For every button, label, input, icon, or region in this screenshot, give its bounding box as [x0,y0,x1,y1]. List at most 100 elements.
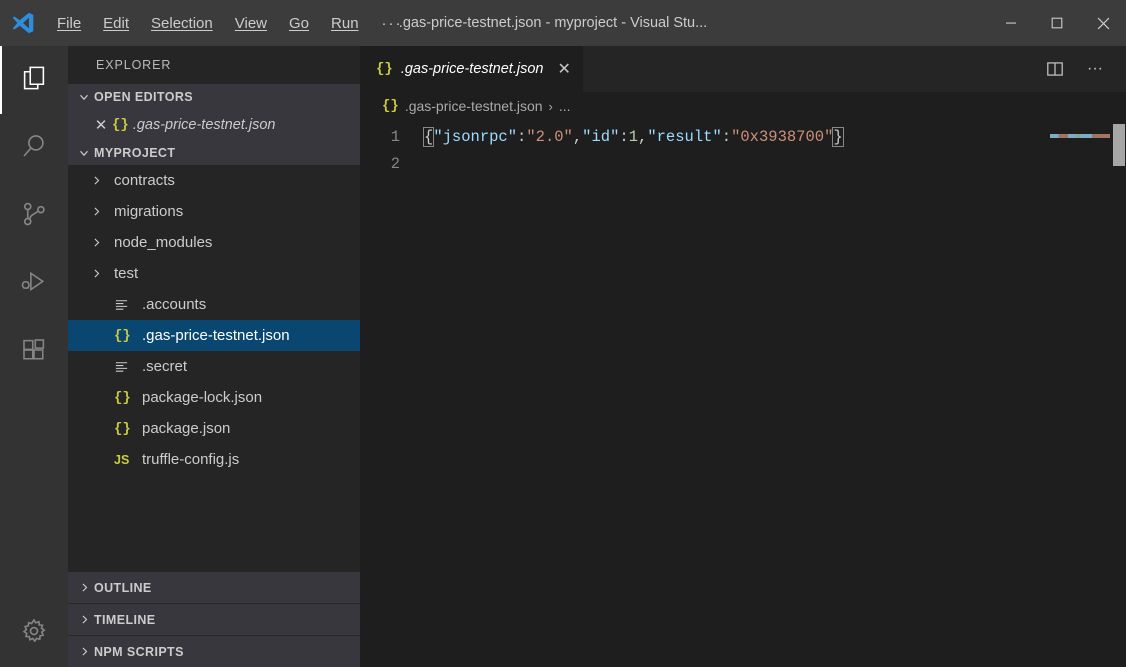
editor-scrollbar[interactable] [1112,120,1126,667]
window-controls[interactable] [988,0,1126,46]
tree-item-package-lock-json[interactable]: {} package-lock.json [68,382,360,413]
open-editors-header[interactable]: OPEN EDITORS [68,84,360,109]
chevron-right-icon [74,581,94,594]
section-npm-scripts[interactable]: NPM SCRIPTS [68,635,360,667]
json-icon: {} [114,420,131,437]
code-content[interactable]: {"jsonrpc":"2.0","id":1,"result":"0x3938… [422,120,1042,667]
sidebar-explorer: EXPLORER OPEN EDITORS ✕ {} .gas-price-te… [68,46,360,667]
code-editor[interactable]: 1 2 {"jsonrpc":"2.0","id":1,"result":"0x… [360,120,1126,667]
activitybar-item-search[interactable] [0,114,68,182]
chevron-down-icon [74,90,94,104]
project-header[interactable]: MYPROJECT [68,140,360,165]
close-editor-icon[interactable]: ✕ [90,116,112,134]
token-colon: : [517,128,527,146]
menu-selection[interactable]: Selection [140,0,224,46]
menu-bar[interactable]: File Edit Selection View Go Run ··· [46,0,415,46]
project-label: MYPROJECT [94,145,176,160]
tab-gas-price-testnet-json[interactable]: {} .gas-price-testnet.json ✕ [360,46,584,92]
tab-label: .gas-price-testnet.json [400,61,544,77]
activitybar-item-run-debug[interactable] [0,250,68,318]
menu-file[interactable]: File [46,0,92,46]
maximize-icon[interactable] [1034,0,1080,46]
json-icon: {} [112,116,129,133]
editor-tabs: {} .gas-price-testnet.json ✕ ··· [360,46,1126,92]
menu-edit-label: Edit [103,14,130,32]
file-tree: contracts migrations node_modules test .… [68,165,360,475]
gear-icon [19,616,49,651]
activitybar-item-source-control[interactable] [0,182,68,250]
tree-item-secret[interactable]: .secret [68,351,360,382]
breadcrumb[interactable]: {} .gas-price-testnet.json › ... [360,92,1126,120]
open-editor-item[interactable]: ✕ {} .gas-price-testnet.json [68,109,360,140]
open-editor-name: .gas-price-testnet.json [132,116,276,133]
menu-go[interactable]: Go [278,0,320,46]
section-outline-label: OUTLINE [94,580,152,595]
token-value-result: "0x3938700" [731,128,834,146]
menu-view-label: View [234,14,267,32]
token-colon: : [721,128,732,146]
minimap[interactable] [1042,120,1126,667]
breadcrumb-file[interactable]: .gas-price-testnet.json [405,98,543,114]
tree-item-label: migrations [114,203,184,220]
search-icon [19,131,49,166]
chevron-right-icon [90,174,114,187]
menu-selection-label: Selection [151,14,213,32]
scrollbar-slider[interactable] [1113,124,1125,166]
menu-file-label: File [57,14,82,32]
minimize-icon[interactable] [988,0,1034,46]
run-debug-icon [19,267,49,302]
tree-item-node-modules[interactable]: node_modules [68,227,360,258]
token-comma: , [572,128,583,146]
tab-close-icon[interactable]: ✕ [557,59,570,79]
token-close-brace: } [832,127,844,147]
menu-view[interactable]: View [224,0,278,46]
activity-bar [0,46,68,667]
breadcrumb-separator-icon: › [548,98,553,114]
split-editor-icon[interactable] [1038,52,1072,86]
text-file-icon [114,297,142,312]
menu-run[interactable]: Run [320,0,370,46]
menu-go-label: Go [289,14,310,32]
menu-overflow-icon[interactable]: ··· [370,0,415,46]
tree-item-label: .accounts [142,296,207,313]
tree-item-label: contracts [114,172,175,189]
section-outline[interactable]: OUTLINE [68,571,360,603]
more-actions-icon[interactable]: ··· [1078,52,1112,86]
activitybar-item-explorer[interactable] [0,46,68,114]
menu-edit[interactable]: Edit [92,0,140,46]
chevron-right-icon [90,267,114,280]
token-key-id: "id" [582,128,620,146]
text-file-icon [114,359,142,374]
activitybar-item-manage[interactable] [0,599,68,667]
tree-item-label: test [114,265,139,282]
tree-item-truffle-config-js[interactable]: JS truffle-config.js [68,444,360,475]
sidebar-title: EXPLORER [96,58,172,72]
js-icon: JS [114,452,130,467]
activitybar-item-extensions[interactable] [0,318,68,386]
token-open-brace: { [422,127,435,147]
vscode-logo-icon [0,0,46,46]
chevron-right-icon [74,645,94,658]
json-icon: {} [376,61,393,77]
token-comma: , [638,128,648,146]
section-timeline[interactable]: TIMELINE [68,603,360,635]
line-number-gutter: 1 2 [360,120,422,667]
tree-item-accounts[interactable]: .accounts [68,289,360,320]
breadcrumb-tail[interactable]: ... [559,98,571,114]
code-line-1[interactable]: {"jsonrpc":"2.0","id":1,"result":"0x3938… [422,124,1042,151]
close-icon[interactable] [1080,0,1126,46]
line-number: 1 [390,128,400,146]
tree-item-gas-price-testnet-json[interactable]: {} .gas-price-testnet.json [68,320,360,351]
tree-item-test[interactable]: test [68,258,360,289]
token-value-jsonrpc: "2.0" [526,128,573,146]
token-value-id: 1 [628,128,639,146]
extensions-icon [19,335,49,370]
tree-item-label: node_modules [114,234,213,251]
tree-item-migrations[interactable]: migrations [68,196,360,227]
title-bar: File Edit Selection View Go Run ··· .gas… [0,0,1126,46]
open-editors-label: OPEN EDITORS [94,89,194,104]
sidebar-empty-space [68,475,360,571]
tree-item-label: package-lock.json [142,389,263,406]
tree-item-contracts[interactable]: contracts [68,165,360,196]
tree-item-package-json[interactable]: {} package.json [68,413,360,444]
